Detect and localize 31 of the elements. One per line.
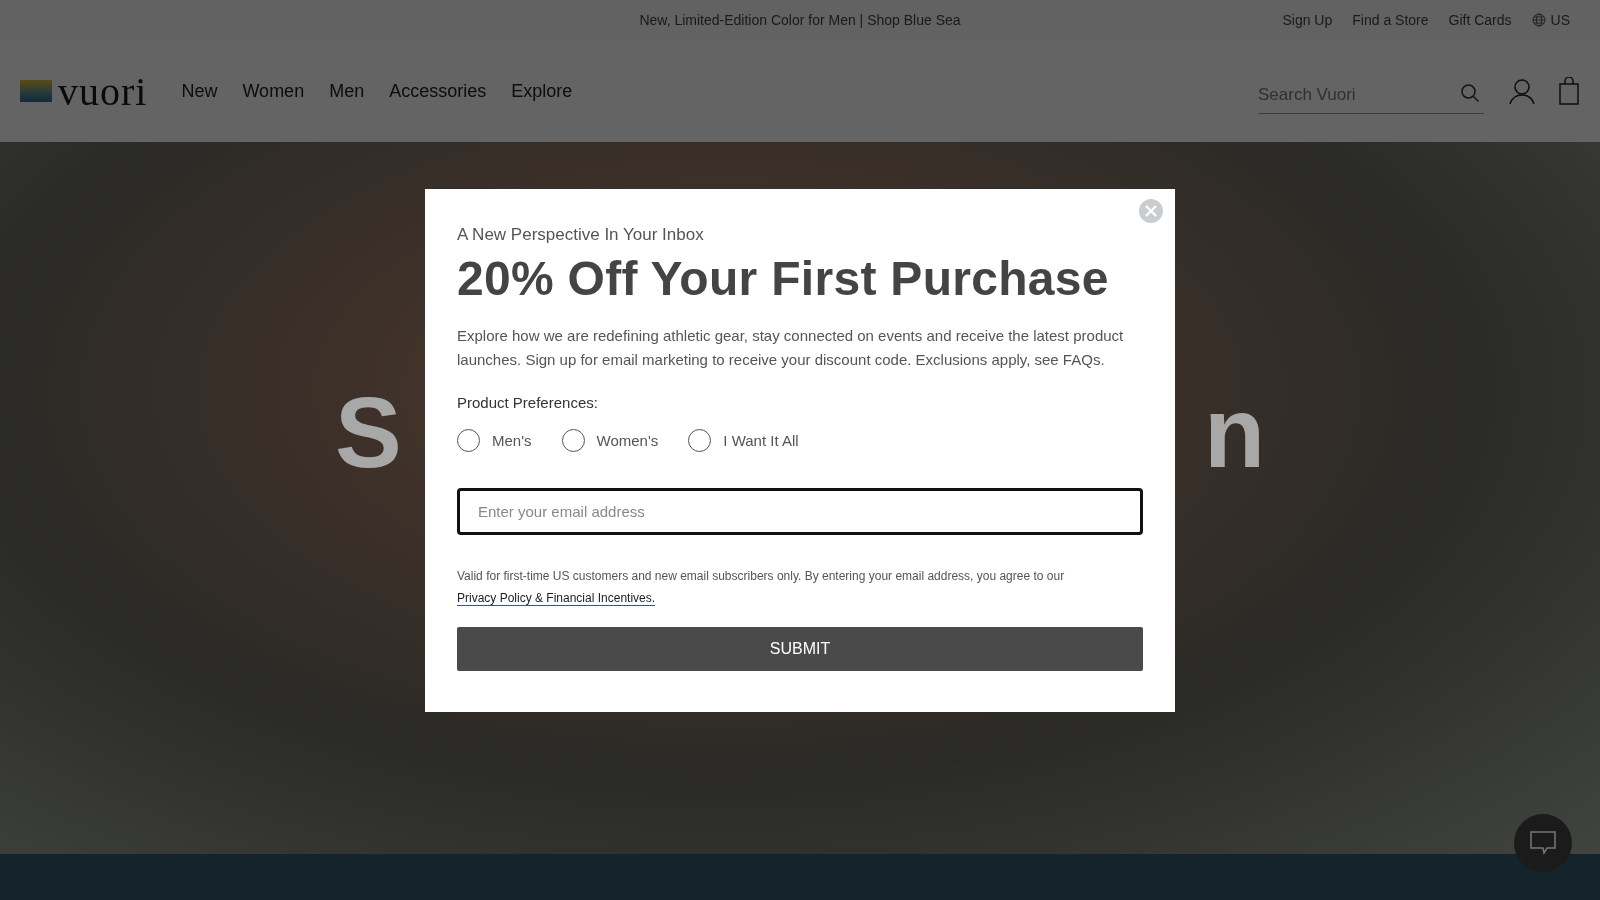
utility-link[interactable]: Gift Cards bbox=[1448, 12, 1512, 28]
preferences-label: Product Preferences: bbox=[457, 394, 599, 411]
nav-link[interactable]: Women bbox=[242, 80, 305, 102]
hero-headline-fragment: S bbox=[335, 382, 402, 482]
modal-title: 20% Off Your First Purchase bbox=[457, 251, 1110, 306]
nav-link[interactable]: Explore bbox=[511, 80, 573, 102]
brand-logo[interactable]: vuori bbox=[58, 67, 148, 115]
chat-bubble-icon bbox=[1530, 831, 1556, 855]
region-link[interactable]: US bbox=[1550, 12, 1570, 28]
submit-button[interactable]: SUBMIT bbox=[457, 627, 1143, 671]
utility-link[interactable]: Sign Up bbox=[1282, 12, 1333, 28]
close-icon bbox=[1145, 205, 1157, 217]
preference-radio[interactable]: I Want It All bbox=[688, 429, 799, 452]
promo-message[interactable]: New, Limited-Edition Color for Men | Shop Blue Sea bbox=[639, 12, 961, 28]
email-field[interactable]: Enter your email address bbox=[457, 488, 1143, 535]
hero-headline-fragment: n bbox=[1203, 382, 1265, 482]
modal-eyebrow: A New Perspective In Your Inbox bbox=[457, 225, 705, 245]
preference-radio[interactable]: Men's bbox=[457, 429, 532, 452]
search-icon[interactable] bbox=[1460, 83, 1480, 103]
shopping-bag-icon[interactable] bbox=[1558, 77, 1580, 105]
utility-link[interactable]: Find a Store bbox=[1352, 12, 1429, 28]
account-icon[interactable] bbox=[1508, 77, 1536, 105]
globe-icon[interactable] bbox=[1531, 13, 1546, 27]
nav-link[interactable]: Accessories bbox=[389, 80, 487, 102]
privacy-policy-link[interactable]: Privacy Policy & Financial Incentives. bbox=[457, 591, 656, 606]
nav-link[interactable]: Men bbox=[329, 80, 365, 102]
disclaimer-text: Valid for first-time US customers and new email subscribers only. By entering your email address, you agree to our Privacy Policy & Financial Incentives. bbox=[457, 568, 1066, 608]
nav-link[interactable]: New bbox=[181, 80, 218, 102]
modal-description: Explore how we are redefining athletic gear, stay connected on events and receive the latest product launches. Sign up for email marketing to receive your discount code. Exclusions apply, see FAQs. bbox=[457, 326, 1125, 370]
preference-radio[interactable]: Women's bbox=[561, 429, 659, 452]
logo-gradient-icon bbox=[20, 80, 52, 102]
